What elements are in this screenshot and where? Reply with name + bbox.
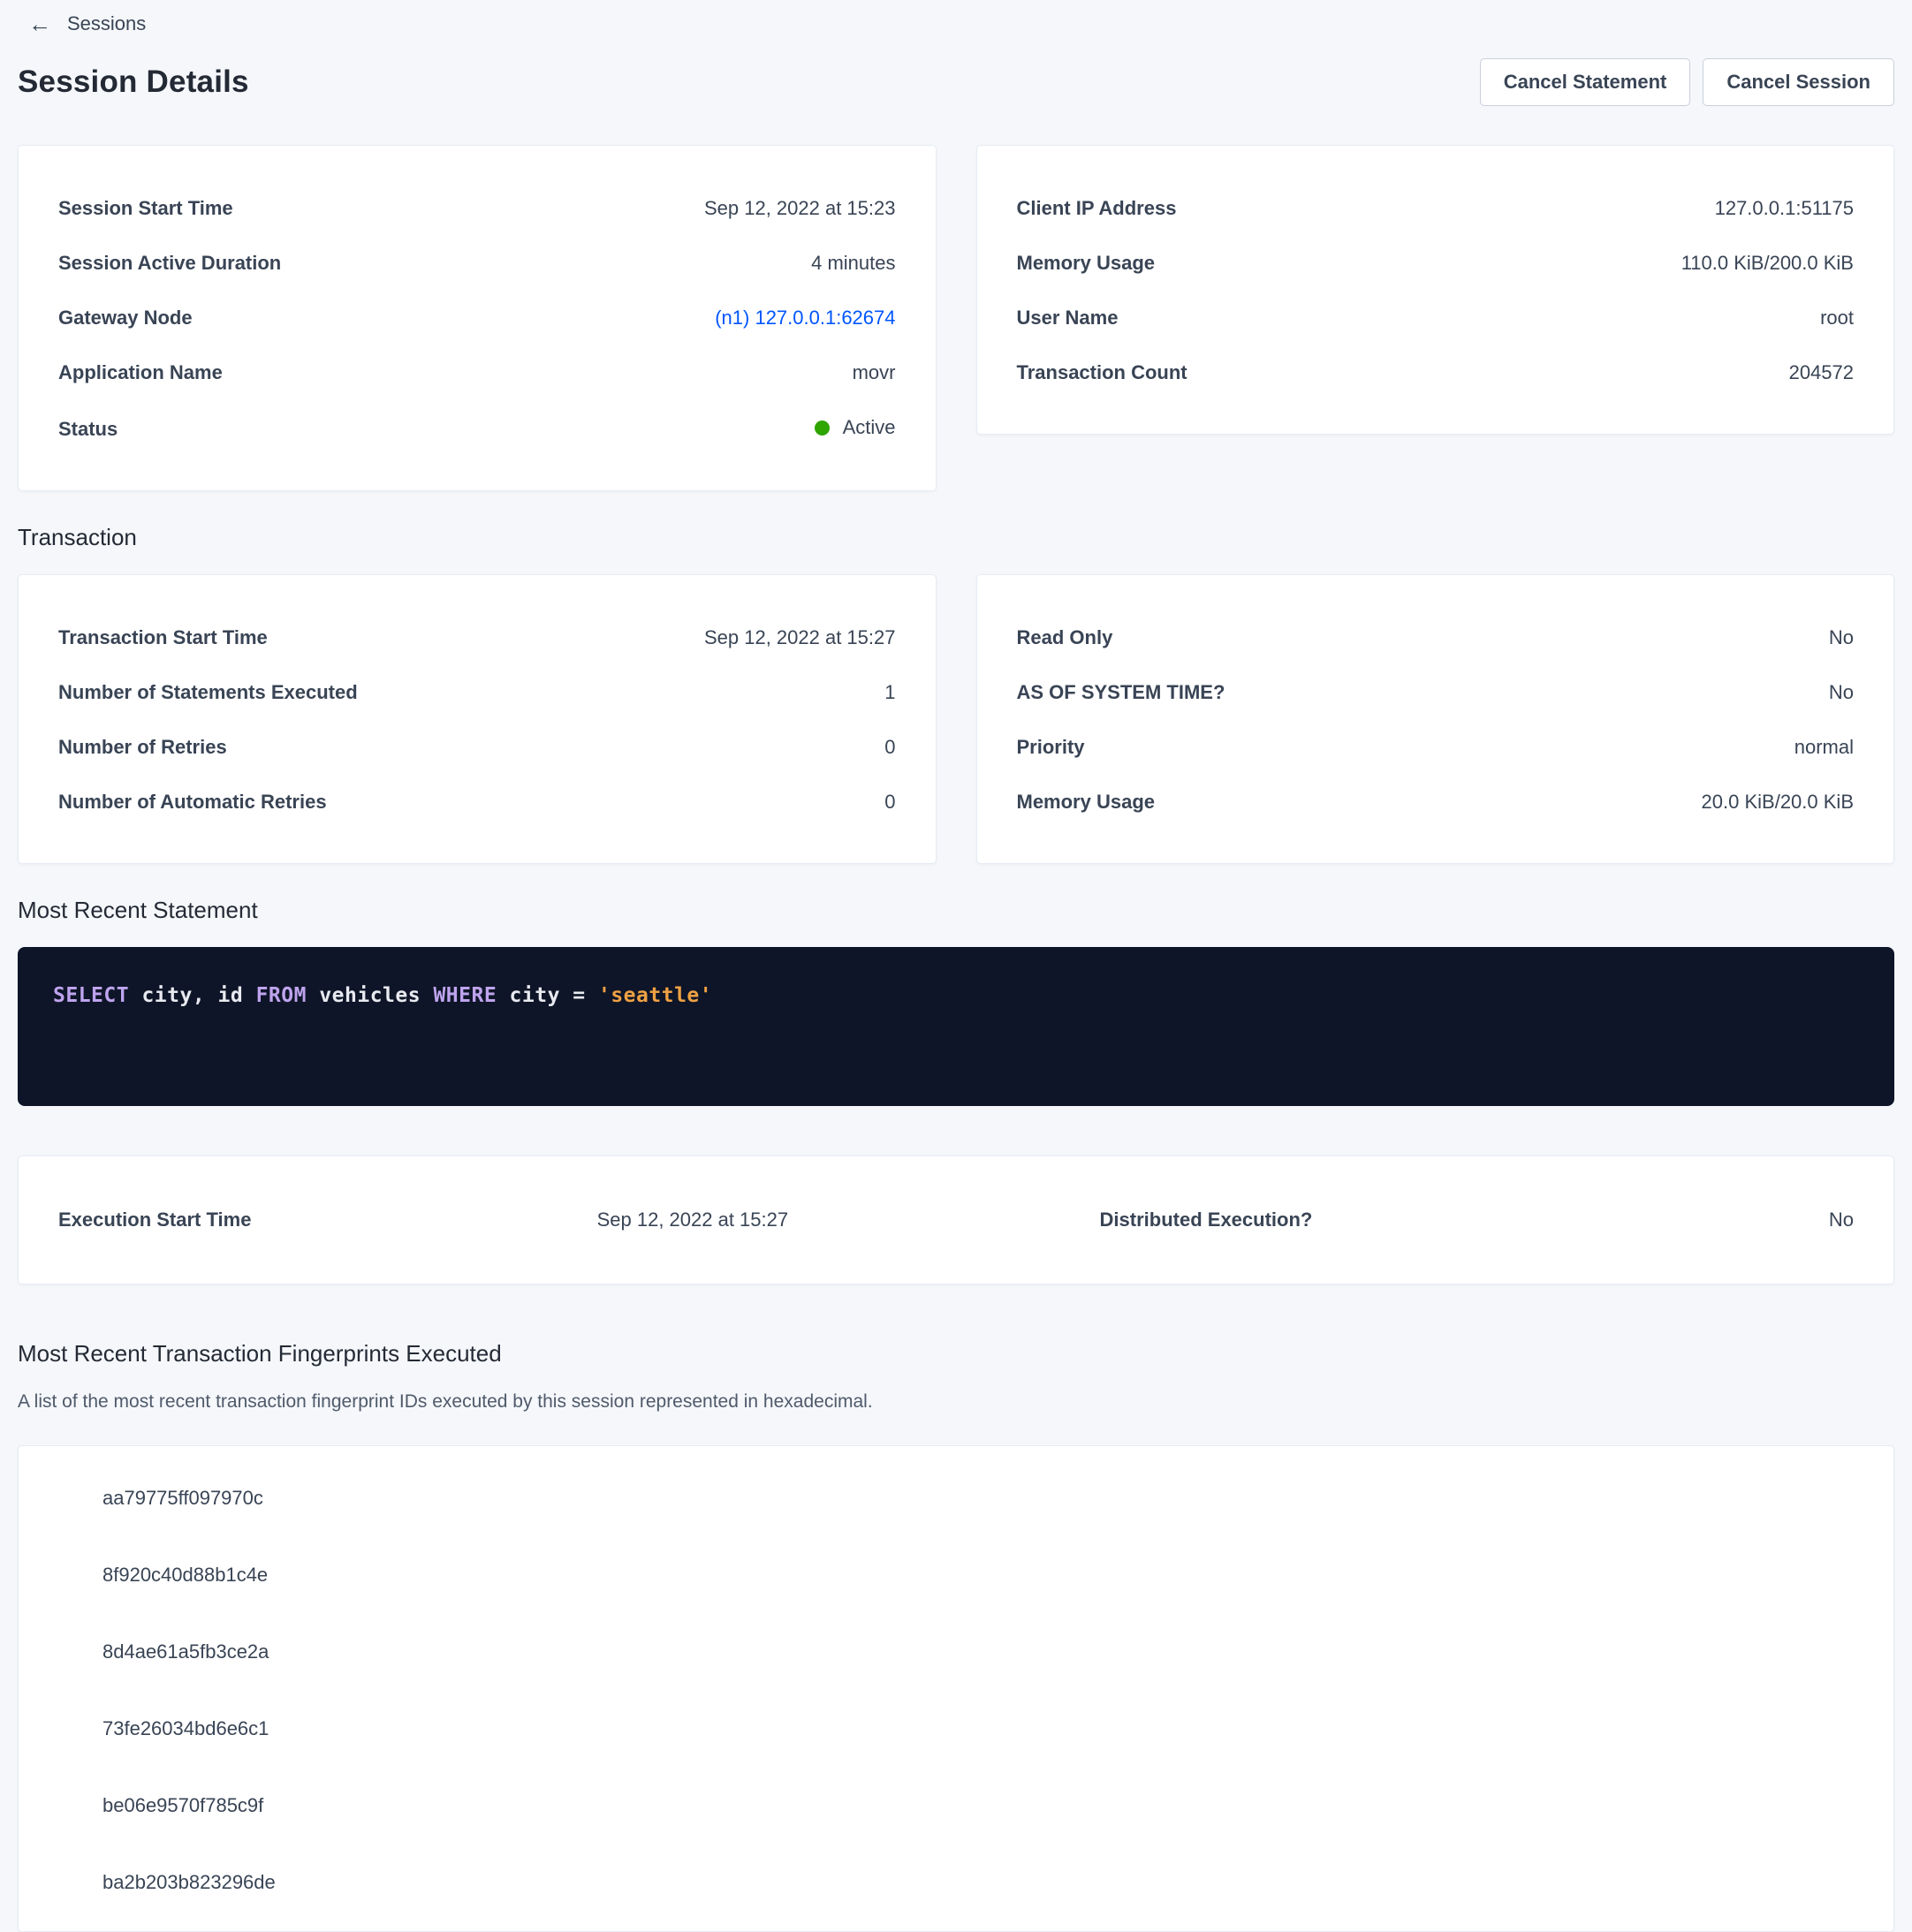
row-value: 20.0 KiB/20.0 KiB [1702,791,1854,814]
transaction-start-time-row: Transaction Start Time Sep 12, 2022 at 1… [58,626,896,649]
fingerprints-description: A list of the most recent transaction fi… [18,1390,1894,1413]
session-info-card-right: Client IP Address 127.0.0.1:51175 Memory… [976,145,1895,435]
row-value: Sep 12, 2022 at 15:27 [704,626,896,649]
row-label: Transaction Start Time [58,626,268,649]
row-value: root [1820,307,1854,330]
fingerprint-id-item: 73fe26034bd6e6c1 [102,1717,1854,1740]
page-title: Session Details [18,60,249,104]
row-label: Gateway Node [58,307,193,330]
arrow-left-icon: ← [28,12,51,35]
cancel-statement-button[interactable]: Cancel Statement [1480,58,1691,106]
as-of-system-time-row: AS OF SYSTEM TIME? No [1017,681,1855,704]
row-value: 0 [884,736,895,759]
back-link-label: Sessions [67,12,146,35]
status-active-dot-icon [815,420,830,436]
application-name-row: Application Name movr [58,361,896,384]
sql-string-literal: 'seattle' [598,984,712,1007]
row-value: 110.0 KiB/200.0 KiB [1681,252,1854,275]
sql-statement-box: SELECT city, id FROM vehicles WHERE city… [18,947,1894,1106]
status-row: Status Active [58,416,896,441]
fingerprint-id-item: be06e9570f785c9f [102,1794,1854,1817]
back-to-sessions-link[interactable]: ← Sessions [18,11,146,37]
row-value: 1 [884,681,895,704]
fingerprints-card: aa79775ff097970c 8f920c40d88b1c4e 8d4ae6… [18,1445,1894,1932]
row-label: Number of Automatic Retries [58,791,327,814]
user-name-row: User Name root [1017,307,1855,330]
row-value: 127.0.0.1:51175 [1715,197,1854,220]
fingerprints-heading: Most Recent Transaction Fingerprints Exe… [18,1339,1894,1368]
row-value: No [1829,681,1854,704]
priority-row: Priority normal [1017,736,1855,759]
execution-card: Execution Start Time Sep 12, 2022 at 15:… [18,1155,1894,1284]
retries-row: Number of Retries 0 [58,736,896,759]
execution-start-time-value: Sep 12, 2022 at 15:27 [597,1208,1100,1231]
sql-keyword: WHERE [433,984,497,1007]
page-header: Session Details Cancel Statement Cancel … [18,58,1894,106]
cancel-session-button[interactable]: Cancel Session [1703,58,1894,106]
distributed-execution-value: No [1567,1208,1854,1231]
row-value: 0 [884,791,895,814]
fingerprint-id-item: aa79775ff097970c [102,1487,1854,1510]
client-ip-row: Client IP Address 127.0.0.1:51175 [1017,197,1855,220]
transaction-section-heading: Transaction [18,523,1894,551]
sql-text: vehicles [307,984,433,1007]
row-label: Session Active Duration [58,252,281,275]
row-value: 204572 [1789,361,1854,384]
gateway-node-link[interactable]: (n1) 127.0.0.1:62674 [715,307,895,330]
automatic-retries-row: Number of Automatic Retries 0 [58,791,896,814]
row-label: Priority [1017,736,1085,759]
row-value: normal [1794,736,1854,759]
execution-start-time-label: Execution Start Time [58,1208,597,1231]
transaction-card-right: Read Only No AS OF SYSTEM TIME? No Prior… [976,574,1895,864]
row-value: 4 minutes [811,252,895,275]
memory-usage-row: Memory Usage 110.0 KiB/200.0 KiB [1017,252,1855,275]
row-value: No [1829,626,1854,649]
gateway-node-row: Gateway Node (n1) 127.0.0.1:62674 [58,307,896,330]
transaction-card-left: Transaction Start Time Sep 12, 2022 at 1… [18,574,937,864]
row-label: Number of Retries [58,736,227,759]
transaction-count-row: Transaction Count 204572 [1017,361,1855,384]
transaction-section: Transaction Start Time Sep 12, 2022 at 1… [18,574,1894,864]
txn-memory-usage-row: Memory Usage 20.0 KiB/20.0 KiB [1017,791,1855,814]
row-value: movr [853,361,896,384]
sql-text: city = [497,984,598,1007]
row-label: Session Start Time [58,197,233,220]
session-details-page: ← Sessions Session Details Cancel Statem… [0,0,1912,1932]
row-label: User Name [1017,307,1119,330]
row-label: Application Name [58,361,223,384]
row-label: Memory Usage [1017,252,1156,275]
row-label: Read Only [1017,626,1113,649]
row-label: Status [58,418,118,441]
row-label: AS OF SYSTEM TIME? [1017,681,1225,704]
sql-keyword: FROM [256,984,307,1007]
statements-executed-row: Number of Statements Executed 1 [58,681,896,704]
row-label: Transaction Count [1017,361,1187,384]
row-label: Client IP Address [1017,197,1177,220]
session-info-card-left: Session Start Time Sep 12, 2022 at 15:23… [18,145,937,491]
header-actions: Cancel Statement Cancel Session [1480,58,1894,106]
row-label: Memory Usage [1017,791,1156,814]
read-only-row: Read Only No [1017,626,1855,649]
sql-keyword: SELECT [53,984,129,1007]
fingerprint-id-item: 8f920c40d88b1c4e [102,1564,1854,1587]
status-badge: Active [815,416,896,439]
status-value: Active [843,416,896,439]
fingerprint-id-item: 8d4ae61a5fb3ce2a [102,1640,1854,1663]
sql-text: city, id [129,984,255,1007]
most-recent-statement-heading: Most Recent Statement [18,896,1894,924]
row-value: Sep 12, 2022 at 15:23 [704,197,896,220]
row-label: Number of Statements Executed [58,681,358,704]
distributed-execution-label: Distributed Execution? [1100,1208,1567,1231]
session-start-time-row: Session Start Time Sep 12, 2022 at 15:23 [58,197,896,220]
session-active-duration-row: Session Active Duration 4 minutes [58,252,896,275]
fingerprint-id-item: ba2b203b823296de [102,1871,1854,1894]
session-summary-section: Session Start Time Sep 12, 2022 at 15:23… [18,145,1894,491]
